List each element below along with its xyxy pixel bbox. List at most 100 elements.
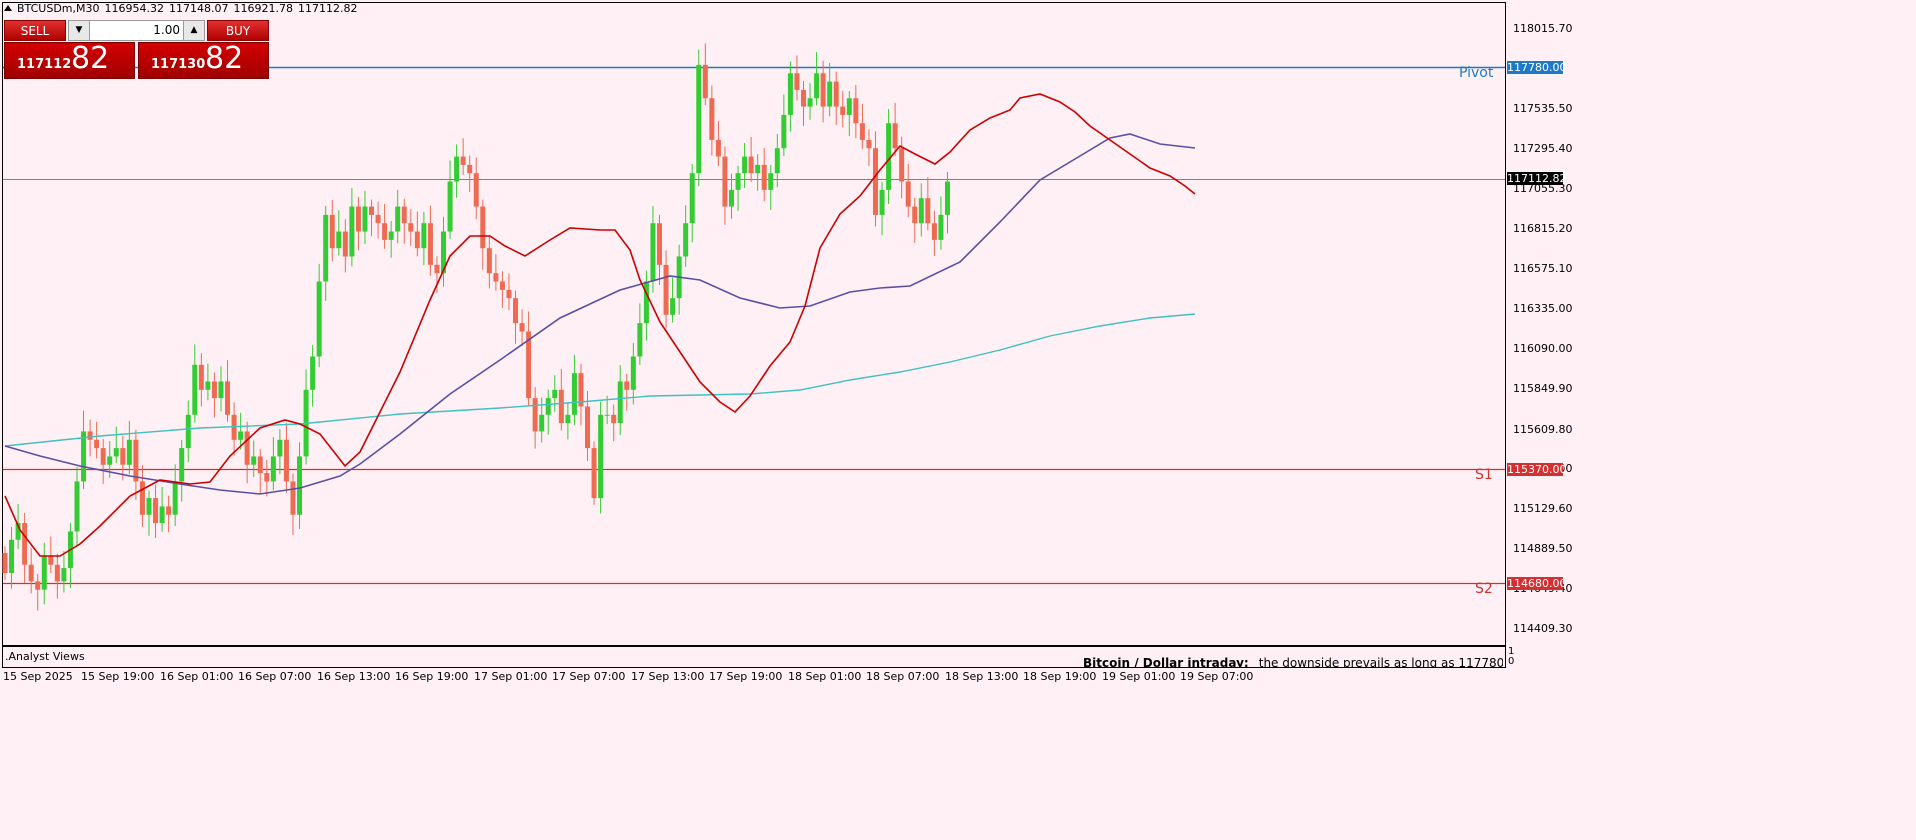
candle-bull	[238, 431, 244, 440]
x-tick: 16 Sep 07:00	[238, 670, 312, 683]
x-tick: 18 Sep 01:00	[788, 670, 862, 683]
candle-bear	[892, 123, 898, 149]
s2-label: S2	[1475, 581, 1493, 597]
candle-bear	[532, 398, 538, 432]
candle-bull	[179, 448, 185, 482]
buy-button[interactable]: BUY	[207, 20, 269, 41]
sell-button[interactable]: SELL	[4, 20, 66, 41]
x-tick: 16 Sep 01:00	[160, 670, 234, 683]
y-tick: 115609.80	[1513, 423, 1573, 436]
symbol-name: BTCUSDm,M30	[17, 2, 100, 15]
y-tick: 115129.60	[1513, 502, 1573, 515]
candle-bear	[467, 164, 473, 174]
volume-stepper[interactable]: ▼ 1.00 ▲	[68, 20, 205, 41]
candle-bear	[264, 473, 270, 482]
candle-bear	[382, 223, 388, 240]
candle-bull	[742, 156, 748, 174]
sell-price-small: 117112	[17, 57, 72, 72]
y-tick: 117535.50	[1513, 102, 1573, 115]
candle-bull	[126, 439, 132, 465]
candle-bear	[905, 181, 911, 207]
candle-bear	[925, 198, 931, 224]
y-tick: 115849.90	[1513, 382, 1573, 395]
pivot-label: Pivot	[1459, 65, 1494, 81]
subwindow-axis-bottom: 0	[1508, 656, 1515, 667]
candle-bull	[349, 206, 355, 257]
candle-bear	[866, 139, 872, 149]
candle-bull	[598, 414, 604, 499]
candle-bear	[519, 323, 525, 332]
candle-bear	[460, 156, 466, 165]
candle-bull	[146, 498, 152, 515]
x-tick: 17 Sep 01:00	[474, 670, 548, 683]
y-tick: 114889.50	[1513, 542, 1573, 555]
candle-bear	[94, 439, 100, 449]
candle-bear	[761, 164, 767, 190]
candle-bull	[683, 223, 689, 257]
candle-bear	[225, 381, 231, 415]
volume-input[interactable]: 1.00	[153, 21, 180, 40]
x-tick: 17 Sep 07:00	[552, 670, 626, 683]
ohlc-close: 117112.82	[298, 2, 358, 15]
candle-bull	[362, 206, 368, 232]
candle-bull	[41, 556, 47, 590]
candle-bull	[185, 414, 191, 449]
candle-bear	[859, 123, 865, 140]
candle-bear	[558, 389, 564, 424]
candle-bear	[211, 381, 217, 399]
candle-bull	[277, 439, 283, 457]
analyst-view-text: Bitcoin / Dollar intraday: the downside p…	[1083, 656, 1503, 667]
candle-bull	[270, 456, 276, 482]
candle-bull	[814, 73, 820, 99]
candle-bear	[434, 264, 440, 274]
x-tick: 18 Sep 19:00	[1023, 670, 1097, 683]
collapse-triangle-icon[interactable]	[4, 5, 12, 11]
candle-bull	[846, 98, 852, 115]
candle-bull	[918, 198, 924, 224]
candle-bear	[355, 206, 361, 232]
candle-bull	[297, 456, 303, 515]
candle-bear	[290, 481, 296, 515]
candle-bull	[827, 81, 833, 107]
x-tick: 17 Sep 13:00	[631, 670, 705, 683]
candle-bull	[565, 414, 571, 424]
candle-bear	[715, 139, 721, 157]
candle-bull	[539, 414, 545, 432]
candle-bull	[74, 481, 80, 532]
x-tick: 16 Sep 13:00	[317, 670, 391, 683]
price-chart[interactable]	[0, 0, 1916, 840]
candle-bear	[748, 156, 754, 174]
candle-bull	[637, 323, 643, 357]
candle-bear	[591, 448, 597, 499]
candle-bear	[133, 439, 139, 482]
candle-bull	[323, 214, 329, 282]
volume-down-icon[interactable]: ▼	[69, 21, 90, 40]
candle-bear	[899, 148, 905, 182]
buy-price-small: 117130	[151, 57, 206, 72]
current-price-tag: 117112.82	[1507, 172, 1567, 185]
candle-bull	[807, 98, 813, 107]
sell-price-button[interactable]: 117112 82	[4, 41, 135, 79]
analyst-headline: Bitcoin / Dollar intraday:	[1083, 656, 1249, 667]
candle-bull	[388, 231, 394, 240]
candle-bull	[755, 164, 761, 174]
candle-bear	[513, 298, 519, 324]
candle-bear	[120, 448, 126, 465]
candle-bear	[820, 73, 826, 107]
candle-bear	[506, 289, 512, 299]
candle-bull	[787, 73, 793, 115]
volume-up-icon[interactable]: ▲	[183, 21, 204, 40]
candle-bear	[414, 231, 420, 249]
one-click-trading-panel: SELL ▼ 1.00 ▲ BUY 117112 82 117130 82	[4, 20, 270, 98]
candle-bull	[251, 456, 257, 465]
candle-bull	[172, 481, 178, 515]
x-tick: 15 Sep 19:00	[81, 670, 155, 683]
buy-price-button[interactable]: 117130 82	[138, 41, 269, 79]
x-tick: 19 Sep 01:00	[1102, 670, 1176, 683]
candle-bear	[585, 406, 591, 449]
candle-bull	[310, 356, 316, 390]
x-tick: 16 Sep 19:00	[395, 670, 469, 683]
candle-bull	[421, 223, 427, 249]
candle-bear	[375, 214, 381, 224]
candle-bull	[650, 223, 656, 282]
